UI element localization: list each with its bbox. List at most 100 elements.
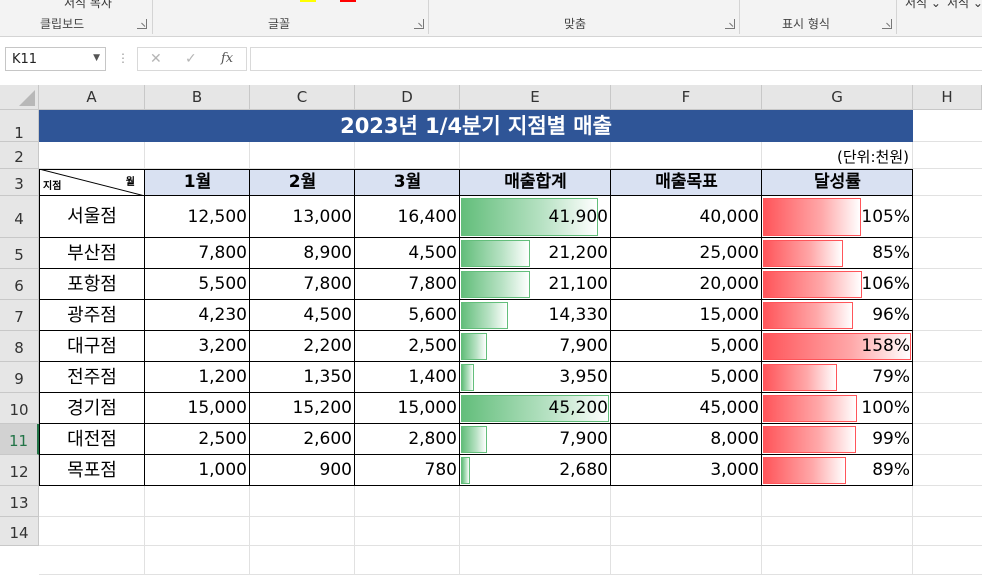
target-cell[interactable]: 25,000 (611, 238, 762, 269)
rate-cell[interactable]: 158% (762, 331, 913, 362)
column-header-f[interactable]: F (611, 85, 762, 110)
target-cell[interactable]: 15,000 (611, 300, 762, 331)
row-header-5[interactable]: 5 (0, 238, 39, 269)
row-header-6[interactable]: 6 (0, 269, 39, 300)
chevron-down-icon[interactable]: ▼ (93, 53, 100, 63)
m3-cell[interactable]: 4,500 (355, 238, 460, 269)
target-cell[interactable]: 8,000 (611, 424, 762, 455)
cell-styles-dropdown[interactable]: 서식 ⌄ (905, 0, 941, 11)
m1-cell[interactable]: 4,230 (145, 300, 250, 331)
target-cell[interactable]: 40,000 (611, 196, 762, 238)
column-header-e[interactable]: E (460, 85, 611, 110)
branch-name-cell[interactable]: 목포점 (39, 455, 145, 486)
m3-cell[interactable]: 15,000 (355, 393, 460, 424)
rate-cell[interactable]: 100% (762, 393, 913, 424)
column-title[interactable]: 2월 (250, 169, 355, 196)
row-header-3[interactable]: 3 (0, 169, 39, 196)
row-header-11[interactable]: 11 (0, 424, 39, 455)
row-header-8[interactable]: 8 (0, 331, 39, 362)
m3-cell[interactable]: 780 (355, 455, 460, 486)
row-header-10[interactable]: 10 (0, 393, 39, 424)
m2-cell[interactable]: 4,500 (250, 300, 355, 331)
target-cell[interactable]: 20,000 (611, 269, 762, 300)
m2-cell[interactable]: 2,200 (250, 331, 355, 362)
more-options-icon[interactable]: ⋮ (117, 51, 129, 65)
column-header-h[interactable]: H (913, 85, 982, 110)
rate-cell[interactable]: 89% (762, 455, 913, 486)
column-title[interactable]: 3월 (355, 169, 460, 196)
target-cell[interactable]: 3,000 (611, 455, 762, 486)
m2-cell[interactable]: 1,350 (250, 362, 355, 393)
row-header-7[interactable]: 7 (0, 300, 39, 331)
m3-cell[interactable]: 16,400 (355, 196, 460, 238)
row-header-14[interactable]: 14 (0, 517, 39, 546)
m2-cell[interactable]: 15,200 (250, 393, 355, 424)
m1-cell[interactable]: 12,500 (145, 196, 250, 238)
m3-cell[interactable]: 2,800 (355, 424, 460, 455)
cancel-icon[interactable]: ✕ (150, 51, 162, 67)
branch-name-cell[interactable]: 포항점 (39, 269, 145, 300)
column-header-g[interactable]: G (762, 85, 913, 110)
column-header-a[interactable]: A (39, 85, 145, 110)
rate-cell[interactable]: 99% (762, 424, 913, 455)
row-header-13[interactable]: 13 (0, 486, 39, 517)
rate-cell[interactable]: 105% (762, 196, 913, 238)
row-header-2[interactable]: 2 (0, 142, 39, 169)
diagonal-header-cell[interactable]: 월 지점 (39, 169, 145, 196)
m1-cell[interactable]: 1,200 (145, 362, 250, 393)
m2-cell[interactable]: 2,600 (250, 424, 355, 455)
branch-name-cell[interactable]: 전주점 (39, 362, 145, 393)
rate-cell[interactable]: 96% (762, 300, 913, 331)
formula-input[interactable] (250, 47, 982, 71)
clipboard-launcher-icon[interactable] (137, 19, 147, 29)
target-cell[interactable]: 45,000 (611, 393, 762, 424)
branch-name-cell[interactable]: 서울점 (39, 196, 145, 238)
m3-cell[interactable]: 7,800 (355, 269, 460, 300)
total-cell[interactable]: 3,950 (460, 362, 611, 393)
total-cell[interactable]: 21,200 (460, 238, 611, 269)
branch-name-cell[interactable]: 경기점 (39, 393, 145, 424)
m3-cell[interactable]: 2,500 (355, 331, 460, 362)
m1-cell[interactable]: 7,800 (145, 238, 250, 269)
unit-label[interactable]: (단위:천원) (39, 142, 909, 169)
m3-cell[interactable]: 1,400 (355, 362, 460, 393)
total-cell[interactable]: 41,900 (460, 196, 611, 238)
m2-cell[interactable]: 900 (250, 455, 355, 486)
total-cell[interactable]: 7,900 (460, 331, 611, 362)
total-cell[interactable]: 14,330 (460, 300, 611, 331)
column-title[interactable]: 1월 (145, 169, 250, 196)
m2-cell[interactable]: 13,000 (250, 196, 355, 238)
target-cell[interactable]: 5,000 (611, 331, 762, 362)
name-box[interactable]: K11 ▼ (5, 47, 106, 71)
m1-cell[interactable]: 15,000 (145, 393, 250, 424)
enter-icon[interactable]: ✓ (185, 51, 197, 67)
total-cell[interactable]: 21,100 (460, 269, 611, 300)
row-header-9[interactable]: 9 (0, 362, 39, 393)
alignment-launcher-icon[interactable] (725, 19, 735, 29)
branch-name-cell[interactable]: 광주점 (39, 300, 145, 331)
spreadsheet-grid[interactable]: ABCDEFGH 1 2 3 4 5 6 7 8 9 10 11 12 13 14 2023년 1/4분기… (0, 85, 982, 575)
row-header-4[interactable]: 4 (0, 196, 39, 238)
total-cell[interactable]: 7,900 (460, 424, 611, 455)
branch-name-cell[interactable]: 부산점 (39, 238, 145, 269)
column-title[interactable]: 달성률 (762, 169, 913, 196)
rate-cell[interactable]: 106% (762, 269, 913, 300)
column-header-c[interactable]: C (250, 85, 355, 110)
font-launcher-icon[interactable] (414, 19, 424, 29)
m1-cell[interactable]: 2,500 (145, 424, 250, 455)
column-header-d[interactable]: D (355, 85, 460, 110)
format-painter-button[interactable]: 서식 복사 (64, 0, 112, 11)
total-cell[interactable]: 2,680 (460, 455, 611, 486)
highlight-color-swatch[interactable] (300, 0, 316, 2)
column-title[interactable]: 매출목표 (611, 169, 762, 196)
row-header-1[interactable]: 1 (0, 110, 39, 142)
target-cell[interactable]: 5,000 (611, 362, 762, 393)
number-format-launcher-icon[interactable] (882, 19, 892, 29)
sheet-title[interactable]: 2023년 1/4분기 지점별 매출 (39, 110, 913, 142)
m2-cell[interactable]: 8,900 (250, 238, 355, 269)
m1-cell[interactable]: 3,200 (145, 331, 250, 362)
insert-function-icon[interactable]: fx (221, 51, 233, 66)
rate-cell[interactable]: 79% (762, 362, 913, 393)
total-cell[interactable]: 45,200 (460, 393, 611, 424)
font-color-swatch[interactable] (340, 0, 356, 2)
